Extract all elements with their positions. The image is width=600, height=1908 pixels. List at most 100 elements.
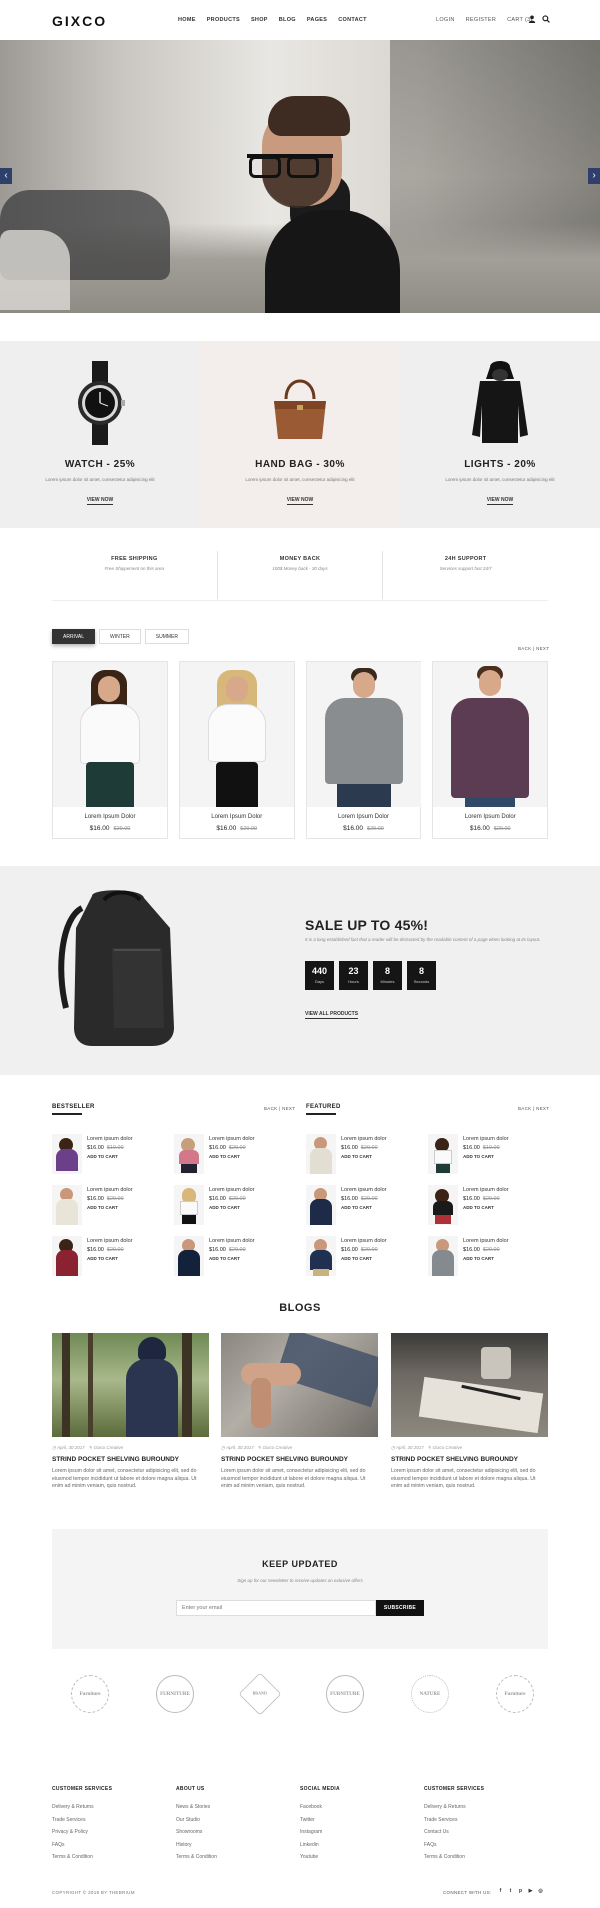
footer-link[interactable]: Terms & Condition xyxy=(176,1851,217,1864)
twitter-icon[interactable]: t xyxy=(507,1888,514,1895)
hero-prev-arrow[interactable]: ‹ xyxy=(0,168,12,184)
footer-link[interactable]: Contact Us xyxy=(424,1826,484,1839)
bestseller-item[interactable]: Lorem ipsum dolor $16.00 $29.00 ADD TO CA… xyxy=(52,1185,162,1227)
add-to-cart-button[interactable]: ADD TO CART xyxy=(463,1256,494,1261)
footer-link[interactable]: Delivery & Returns xyxy=(52,1801,112,1814)
blog-post[interactable]: ◷ April, 30 2017 ✎ Gixco Creative STRIND… xyxy=(52,1333,209,1503)
nav-home[interactable]: HOME xyxy=(178,17,196,23)
pinterest-icon[interactable]: p xyxy=(517,1888,524,1895)
countdown-value: 8 xyxy=(418,966,424,976)
featured-item[interactable]: Lorem ipsum dolor $16.00 $19.00 ADD TO CA… xyxy=(428,1134,538,1176)
add-to-cart-button[interactable]: ADD TO CART xyxy=(463,1205,494,1210)
bestseller-item[interactable]: Lorem ipsum dolor $16.00 $29.00 ADD TO CA… xyxy=(174,1134,284,1176)
footer-link[interactable]: Instagram xyxy=(300,1826,340,1839)
add-to-cart-button[interactable]: ADD TO CART xyxy=(463,1154,494,1159)
footer-link[interactable]: Twitter xyxy=(300,1814,340,1827)
back-link[interactable]: BACK xyxy=(518,646,531,651)
nav-shop[interactable]: SHOP xyxy=(251,17,268,23)
blog-title[interactable]: STRIND POCKET SHELVING BUROUNDY xyxy=(221,1456,348,1463)
site-logo[interactable]: GIXCO xyxy=(52,13,107,29)
hero-next-arrow[interactable]: › xyxy=(588,168,600,184)
view-now-link[interactable]: VIEW NOW xyxy=(486,497,514,505)
nav-products[interactable]: PRODUCTS xyxy=(207,17,240,23)
footer-link[interactable]: Privacy & Policy xyxy=(52,1826,112,1839)
next-link[interactable]: NEXT xyxy=(536,646,549,651)
category-lights[interactable]: LIGHTS - 20% Lorem ipsum dolor sit amet,… xyxy=(400,341,600,528)
blog-title[interactable]: STRIND POCKET SHELVING BUROUNDY xyxy=(52,1456,179,1463)
bestseller-item[interactable]: Lorem ipsum dolor $16.00 $29.00 ADD TO CA… xyxy=(52,1236,162,1278)
footer-link[interactable]: Terms & Condition xyxy=(424,1851,484,1864)
product-card[interactable]: Lorem Ipsum Dolor $16.00 $29.00 xyxy=(178,661,295,839)
nav-contact[interactable]: CONTACT xyxy=(338,17,367,23)
footer-link[interactable]: Trade Services xyxy=(424,1814,484,1827)
add-to-cart-button[interactable]: ADD TO CART xyxy=(87,1154,118,1159)
footer-link[interactable]: Delivery & Returns xyxy=(424,1801,484,1814)
footer-link[interactable]: FAQs xyxy=(424,1839,484,1852)
next-link[interactable]: NEXT xyxy=(282,1106,295,1111)
email-input[interactable] xyxy=(176,1600,376,1616)
next-link[interactable]: NEXT xyxy=(536,1106,549,1111)
footer-link[interactable]: Showrooms xyxy=(176,1826,217,1839)
add-to-cart-button[interactable]: ADD TO CART xyxy=(209,1154,240,1159)
tab-summer[interactable]: SUMMER xyxy=(144,629,189,644)
add-to-cart-button[interactable]: ADD TO CART xyxy=(209,1256,240,1261)
facebook-icon[interactable]: f xyxy=(497,1888,504,1895)
back-link[interactable]: BACK xyxy=(264,1106,277,1111)
product-card[interactable]: Lorem Ipsum Dolor $16.00 $29.00 xyxy=(305,661,422,839)
product-card[interactable]: Lorem Ipsum Dolor $16.00 $29.00 xyxy=(52,661,168,839)
blog-title[interactable]: STRIND POCKET SHELVING BUROUNDY xyxy=(391,1456,518,1463)
footer-link[interactable]: News & Stories xyxy=(176,1801,217,1814)
view-all-products-link[interactable]: VIEW ALL PRODUCTS xyxy=(305,1011,359,1019)
footer-link[interactable]: Trade Services xyxy=(52,1814,112,1827)
footer-link[interactable]: Our Studio xyxy=(176,1814,217,1827)
footer-link[interactable]: Youtube xyxy=(300,1851,340,1864)
tab-winter[interactable]: WINTER xyxy=(99,629,141,644)
brand-logo: Furniture xyxy=(65,1675,115,1717)
featured-item[interactable]: Lorem ipsum dolor $16.00 $29.00 ADD TO CA… xyxy=(306,1134,416,1176)
featured-item[interactable]: Lorem ipsum dolor $16.00 $29.00 ADD TO CA… xyxy=(428,1236,538,1278)
login-link[interactable]: LOGIN xyxy=(436,17,455,23)
price-old: $29.00 xyxy=(240,826,258,832)
footer-link[interactable]: Linkedin xyxy=(300,1839,340,1852)
view-now-link[interactable]: VIEW NOW xyxy=(86,497,114,505)
instagram-icon[interactable]: ◎ xyxy=(537,1888,544,1895)
tab-arrival[interactable]: ARRIVAL xyxy=(52,629,96,644)
footer-link[interactable]: History xyxy=(176,1839,217,1852)
bestseller-item[interactable]: Lorem ipsum dolor $16.00 $19.00 ADD TO CA… xyxy=(52,1134,162,1176)
featured-item[interactable]: Lorem ipsum dolor $16.00 $29.00 ADD TO CA… xyxy=(428,1185,538,1227)
brand-logo: FURNITURE xyxy=(150,1675,200,1717)
category-handbag[interactable]: HAND BAG - 30% Lorem ipsum dolor sit ame… xyxy=(200,341,400,528)
add-to-cart-button[interactable]: ADD TO CART xyxy=(87,1256,118,1261)
category-watch[interactable]: WATCH - 25% Lorem ipsum dolor sit amet, … xyxy=(0,341,200,528)
search-icon[interactable] xyxy=(542,15,550,23)
nav-blog[interactable]: BLOG xyxy=(279,17,296,23)
blog-post[interactable]: ◷ April, 30 2017 ✎ Gixco Creative STRIND… xyxy=(221,1333,378,1503)
featured-item[interactable]: Lorem ipsum dolor $16.00 $29.00 ADD TO CA… xyxy=(306,1236,416,1278)
feature-title: MONEY BACK xyxy=(279,556,321,562)
nav-pages[interactable]: PAGES xyxy=(307,17,327,23)
price-current: $16.00 xyxy=(463,1247,480,1253)
back-link[interactable]: BACK xyxy=(518,1106,531,1111)
product-name: Lorem ipsum dolor xyxy=(209,1136,255,1142)
featured-item[interactable]: Lorem ipsum dolor $16.00 $29.00 ADD TO CA… xyxy=(306,1185,416,1227)
footer-link[interactable]: Terms & Condition xyxy=(52,1851,112,1864)
register-link[interactable]: REGISTER xyxy=(466,17,497,23)
blog-author: Gixco Creative xyxy=(262,1445,293,1450)
add-to-cart-button[interactable]: ADD TO CART xyxy=(87,1205,118,1210)
user-icon[interactable] xyxy=(528,15,536,23)
footer-link[interactable]: Facebook xyxy=(300,1801,340,1814)
add-to-cart-button[interactable]: ADD TO CART xyxy=(341,1154,372,1159)
subscribe-button[interactable]: SUBSCRIBE xyxy=(376,1600,424,1616)
bestseller-item[interactable]: Lorem ipsum dolor $16.00 $29.00 ADD TO CA… xyxy=(174,1185,284,1227)
blog-post[interactable]: ◷ April, 30 2017 ✎ Gixco Creative STRIND… xyxy=(391,1333,548,1503)
footer-link[interactable]: FAQs xyxy=(52,1839,112,1852)
product-card[interactable]: Lorem Ipsum Dolor $16.00 $29.00 xyxy=(432,661,548,839)
youtube-icon[interactable]: ▶ xyxy=(527,1888,534,1895)
add-to-cart-button[interactable]: ADD TO CART xyxy=(341,1256,372,1261)
view-now-link[interactable]: VIEW NOW xyxy=(286,497,314,505)
add-to-cart-button[interactable]: ADD TO CART xyxy=(209,1205,240,1210)
add-to-cart-button[interactable]: ADD TO CART xyxy=(341,1205,372,1210)
countdown-value: 23 xyxy=(348,966,359,976)
countdown-label: Minutes xyxy=(380,979,395,984)
bestseller-item[interactable]: Lorem ipsum dolor $16.00 $29.00 ADD TO CA… xyxy=(174,1236,284,1278)
